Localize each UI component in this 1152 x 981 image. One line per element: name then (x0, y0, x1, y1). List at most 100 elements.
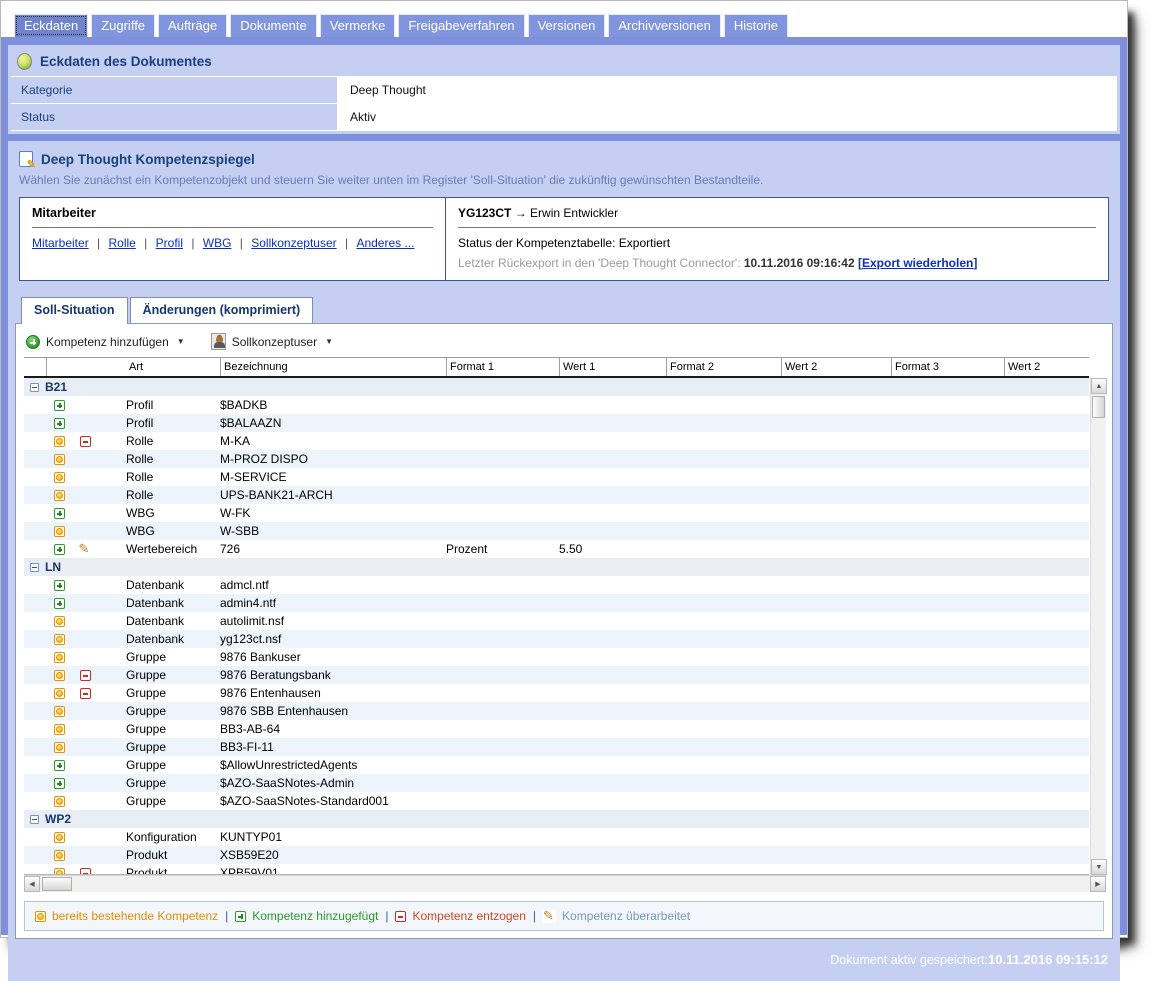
collapse-icon[interactable] (30, 815, 39, 824)
table-row[interactable]: RolleM-SERVICE (24, 468, 1089, 486)
art-cell: WBG (126, 524, 220, 538)
table-row[interactable]: WBGW-SBB (24, 522, 1089, 540)
legend-bar: bereits bestehende Kompetenz|Kompetenz h… (24, 901, 1104, 931)
column-header-format2[interactable]: Format 2 (666, 358, 781, 376)
table-row[interactable]: ✎Wertebereich726Prozent5.50 (24, 540, 1089, 558)
status-icon-cell (46, 832, 72, 843)
column-header-wert2[interactable]: Wert 2 (781, 358, 891, 376)
mitarbeiter-link-profil[interactable]: Profil (156, 236, 183, 250)
table-row[interactable]: RolleM-KA (24, 432, 1089, 450)
vertical-scroll-thumb[interactable] (1092, 396, 1105, 418)
top-tab-aufträge[interactable]: Aufträge (158, 14, 227, 37)
link-separator: | (188, 236, 198, 250)
art-cell: Datenbank (126, 614, 220, 628)
column-header-format1[interactable]: Format 1 (446, 358, 559, 376)
existing-kompetenz-icon (54, 490, 65, 501)
add-kompetenz-button[interactable]: Kompetenz hinzufügen ▼ (26, 335, 185, 349)
mitarbeiter-link-wbg[interactable]: WBG (203, 236, 232, 250)
link-separator: | (236, 236, 246, 250)
field-value: Deep Thought (338, 77, 1117, 103)
status-icon-cell (46, 544, 72, 555)
horizontal-scrollbar[interactable]: ◀ ▶ (24, 875, 1106, 892)
table-row[interactable]: Datenbankadmcl.ntf (24, 576, 1089, 594)
status-icon-cell (46, 454, 72, 465)
collapse-icon[interactable] (30, 563, 39, 572)
export-repeat-link[interactable]: Export wiederholen (862, 256, 973, 270)
status-icon-cell (46, 634, 72, 645)
top-tab-zugriffe[interactable]: Zugriffe (91, 14, 155, 37)
table-row[interactable]: Gruppe9876 Beratungsbank (24, 666, 1089, 684)
scroll-left-button[interactable]: ◀ (24, 876, 40, 892)
added-kompetenz-icon (54, 580, 65, 591)
table-row[interactable]: GruppeBB3-AB-64 (24, 720, 1089, 738)
top-tab-archivversionen[interactable]: Archivversionen (608, 14, 721, 37)
art-cell: Gruppe (126, 650, 220, 664)
existing-kompetenz-icon (54, 472, 65, 483)
group-name: B21 (45, 380, 67, 394)
top-tab-vermerke[interactable]: Vermerke (320, 14, 396, 37)
column-header-format3[interactable]: Format 3 (891, 358, 1004, 376)
legend-item-removed: Kompetenz entzogen (395, 909, 525, 923)
table-row[interactable]: Datenbankadmin4.ntf (24, 594, 1089, 612)
table-row[interactable]: RolleUPS-BANK21-ARCH (24, 486, 1089, 504)
bezeichnung-cell: yg123ct.nsf (220, 632, 446, 646)
table-row[interactable]: Gruppe9876 Entenhausen (24, 684, 1089, 702)
table-row[interactable]: Gruppe$AZO-SaaSNotes-Admin (24, 774, 1089, 792)
bezeichnung-cell: M-PROZ DISPO (220, 452, 446, 466)
table-row[interactable]: ProduktXPB59V01 (24, 864, 1089, 875)
table-row[interactable]: WBGW-FK (24, 504, 1089, 522)
top-tab-historie[interactable]: Historie (724, 14, 788, 37)
table-row[interactable]: Gruppe9876 Bankuser (24, 648, 1089, 666)
table-row[interactable]: Gruppe$AllowUnrestrictedAgents (24, 756, 1089, 774)
scroll-right-button[interactable]: ▶ (1090, 876, 1106, 892)
status-icon-cell (46, 688, 72, 699)
vertical-scrollbar[interactable]: ▲ ▼ (1090, 378, 1106, 875)
table-row[interactable]: Profil$BALAAZN (24, 414, 1089, 432)
top-tab-freigabeverfahren[interactable]: Freigabeverfahren (398, 14, 524, 37)
table-row[interactable]: GruppeBB3-FI-11 (24, 738, 1089, 756)
group-row-wp2[interactable]: WP2 (24, 810, 1089, 828)
table-row[interactable]: RolleM-PROZ DISPO (24, 450, 1089, 468)
kompetenz-table: Art Bezeichnung Format 1 Wert 1 Format 2… (24, 357, 1106, 875)
added-kompetenz-icon (235, 911, 246, 922)
table-row[interactable]: KonfigurationKUNTYP01 (24, 828, 1089, 846)
scroll-down-button[interactable]: ▼ (1091, 859, 1107, 875)
sollkonzeptuser-button[interactable]: Sollkonzeptuser ▼ (211, 333, 333, 350)
horizontal-scroll-thumb[interactable] (42, 877, 72, 891)
status-icon-cell (46, 436, 72, 447)
table-row[interactable]: Profil$BADKB (24, 396, 1089, 414)
table-row[interactable]: Gruppe9876 SBB Entenhausen (24, 702, 1089, 720)
chevron-down-icon: ▼ (325, 337, 333, 346)
added-kompetenz-icon (54, 418, 65, 429)
scroll-up-button[interactable]: ▲ (1091, 378, 1107, 394)
top-tab-dokumente[interactable]: Dokumente (230, 14, 316, 37)
status-icon-cell (46, 580, 72, 591)
art-cell: Gruppe (126, 704, 220, 718)
table-row[interactable]: Gruppe$AZO-SaaSNotes-Standard001 (24, 792, 1089, 810)
mitarbeiter-link-rolle[interactable]: Rolle (108, 236, 135, 250)
column-header-art[interactable]: Art (126, 358, 220, 376)
collapse-icon[interactable] (30, 383, 39, 392)
mitarbeiter-link-anderes[interactable]: Anderes ... (356, 236, 414, 250)
art-cell: Produkt (126, 866, 220, 875)
top-tab-versionen[interactable]: Versionen (528, 14, 606, 37)
column-header-wert1[interactable]: Wert 1 (559, 358, 666, 376)
legend-item-added: Kompetenz hinzugefügt (235, 909, 378, 923)
existing-kompetenz-icon (35, 911, 46, 922)
top-tab-eckdaten[interactable]: Eckdaten (14, 14, 88, 37)
sub-tab-soll-situation[interactable]: Soll-Situation (21, 297, 128, 324)
status-icon-cell (46, 850, 72, 861)
group-row-b21[interactable]: B21 (24, 378, 1089, 396)
mitarbeiter-link-sollkonzeptuser[interactable]: Sollkonzeptuser (251, 236, 336, 250)
group-row-ln[interactable]: LN (24, 558, 1089, 576)
column-header-bezeichnung[interactable]: Bezeichnung (220, 358, 446, 376)
bezeichnung-cell: 9876 Bankuser (220, 650, 446, 664)
mitarbeiter-link-mitarbeiter[interactable]: Mitarbeiter (32, 236, 89, 250)
sub-tab-änderungen[interactable]: Änderungen (komprimiert) (130, 297, 314, 323)
table-row[interactable]: ProduktXSB59E20 (24, 846, 1089, 864)
status-icon-cell (46, 418, 72, 429)
kompetenzspiegel-section: Deep Thought Kompetenzspiegel Wählen Sie… (8, 141, 1120, 981)
column-header-wert3[interactable]: Wert 2 (1004, 358, 1089, 376)
table-row[interactable]: Datenbankyg123ct.nsf (24, 630, 1089, 648)
table-row[interactable]: Datenbankautolimit.nsf (24, 612, 1089, 630)
